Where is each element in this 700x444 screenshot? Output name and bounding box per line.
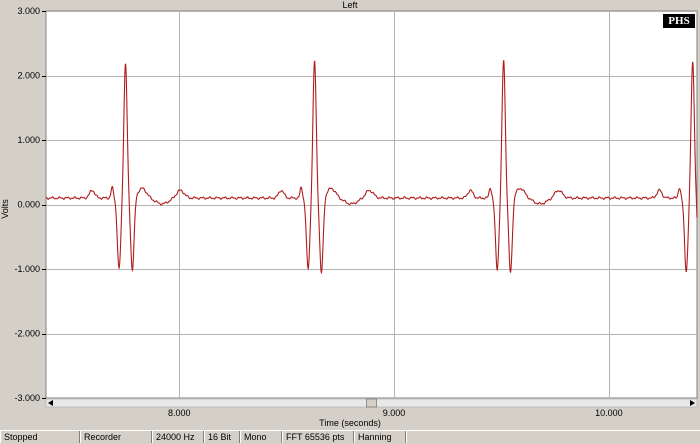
y-tick-label: -2.000	[14, 329, 40, 339]
status-fft-size[interactable]: FFT 65536 pts	[282, 431, 354, 443]
y-axis-label-box: Volts	[0, 196, 10, 226]
y-tick-label: -3.000	[14, 393, 40, 403]
status-window-fn[interactable]: Hanning	[354, 431, 406, 443]
x-tick-label: 9.000	[383, 408, 406, 418]
x-axis-label: Time (seconds)	[319, 418, 381, 428]
analyzer-window: Left 3.000 2.000 1.000 0.000 -1.000 -2.000 -3.…	[0, 0, 700, 444]
plot-area	[45, 10, 698, 399]
scroll-thumb[interactable]	[366, 398, 377, 408]
y-tick-label: -1.000	[14, 264, 40, 274]
phs-logo: PHS	[663, 14, 695, 28]
waveform-chart: 3.000 2.000 1.000 0.000 -1.000 -2.000 -3.000 8.…	[14, 6, 698, 418]
status-spacer	[406, 431, 700, 443]
status-mode[interactable]: Recorder	[80, 431, 152, 443]
x-tick-label: 8.000	[168, 408, 191, 418]
status-bit-depth[interactable]: 16 Bit	[204, 431, 240, 443]
y-tick-label: 0.000	[17, 200, 40, 210]
y-tick-label: 3.000	[17, 6, 40, 16]
status-bar: Stopped Recorder 24000 Hz 16 Bit Mono FF…	[0, 430, 700, 444]
y-tick-label: 2.000	[17, 71, 40, 81]
status-channels[interactable]: Mono	[240, 431, 282, 443]
y-axis-label: Volts	[0, 199, 10, 219]
x-tick-label: 10.000	[595, 408, 623, 418]
y-tick-label: 1.000	[17, 135, 40, 145]
status-state: Stopped	[0, 431, 80, 443]
status-sample-rate[interactable]: 24000 Hz	[152, 431, 204, 443]
